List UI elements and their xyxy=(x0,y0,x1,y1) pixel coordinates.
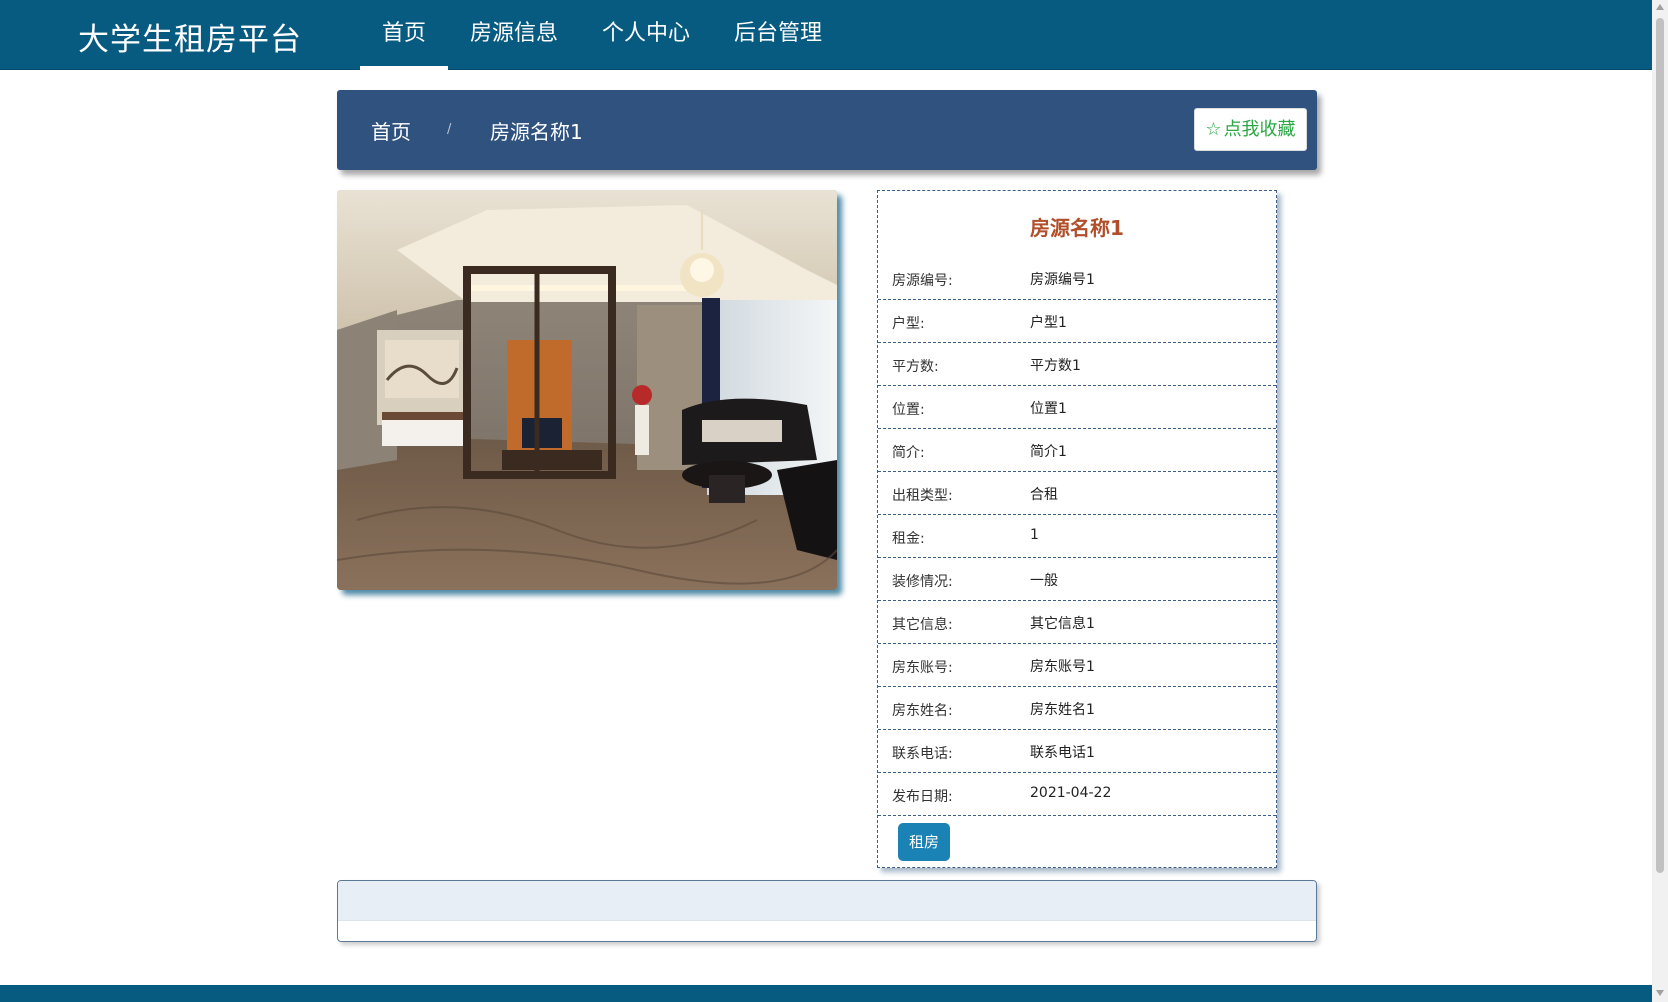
detail-row-layout: 户型: 户型1 xyxy=(878,300,1276,343)
field-label: 联系电话: xyxy=(892,746,953,762)
detail-row-id: 房源编号: 房源编号1 xyxy=(878,257,1276,300)
field-label: 出租类型: xyxy=(892,488,953,504)
detail-row-area: 平方数: 平方数1 xyxy=(878,343,1276,386)
detail-rows: 房源编号: 房源编号1 户型: 户型1 平方数: 平方数1 位置: 位置1 简介: 简介1… xyxy=(878,257,1276,816)
detail-row-other: 其它信息: 其它信息1 xyxy=(878,601,1276,644)
field-value: 一般 xyxy=(1030,573,1058,589)
field-value: 房源编号1 xyxy=(1030,272,1095,288)
breadcrumb-home-link[interactable]: 首页 xyxy=(371,116,411,145)
detail-row-landlord-account: 房东账号: 房东账号1 xyxy=(878,644,1276,687)
field-value: 简介1 xyxy=(1030,444,1067,460)
field-label: 房源编号: xyxy=(892,273,953,289)
field-label: 装修情况: xyxy=(892,574,953,590)
scroll-down-icon[interactable] xyxy=(1656,990,1664,996)
detail-row-rent: 租金: 1 xyxy=(878,515,1276,558)
breadcrumb-separator: / xyxy=(447,122,452,137)
field-label: 房东姓名: xyxy=(892,703,953,719)
field-label: 平方数: xyxy=(892,359,939,375)
breadcrumb: 首页 / 房源名称1 ☆ 点我收藏 xyxy=(337,90,1317,170)
star-outline-icon: ☆ xyxy=(1205,119,1222,140)
top-navbar: 大学生租房平台 首页 房源信息 个人中心 后台管理 xyxy=(0,0,1668,70)
detail-row-decoration: 装修情况: 一般 xyxy=(878,558,1276,601)
nav-item-admin[interactable]: 后台管理 xyxy=(712,0,844,70)
nav-item-home[interactable]: 首页 xyxy=(360,0,449,70)
footer-bar xyxy=(0,985,1652,1002)
listing-title: 房源名称1 xyxy=(1030,216,1124,240)
rent-button[interactable]: 租房 xyxy=(898,823,950,861)
field-label: 房东账号: xyxy=(892,660,953,676)
field-label: 位置: xyxy=(892,402,925,418)
scrollbar-thumb[interactable] xyxy=(1656,18,1664,873)
favorite-button-label: 点我收藏 xyxy=(1223,119,1296,140)
detail-row-phone: 联系电话: 联系电话1 xyxy=(878,730,1276,773)
field-label: 其它信息: xyxy=(892,617,953,633)
comments-panel xyxy=(337,880,1317,942)
site-brand[interactable]: 大学生租房平台 xyxy=(78,14,302,59)
detail-row-rent-type: 出租类型: 合租 xyxy=(878,472,1276,515)
nav-item-profile[interactable]: 个人中心 xyxy=(580,0,712,70)
field-value: 2021-04-22 xyxy=(1030,785,1112,801)
field-label: 租金: xyxy=(892,531,925,547)
field-value: 户型1 xyxy=(1030,315,1067,331)
field-value: 位置1 xyxy=(1030,401,1067,417)
nav-item-listings[interactable]: 房源信息 xyxy=(448,0,580,70)
detail-row-summary: 简介: 简介1 xyxy=(878,429,1276,472)
field-value: 房东姓名1 xyxy=(1030,702,1095,718)
comments-panel-header xyxy=(338,881,1316,921)
field-value: 1 xyxy=(1030,527,1039,543)
main-nav: 首页 房源信息 个人中心 后台管理 xyxy=(360,0,844,70)
detail-row-landlord-name: 房东姓名: 房东姓名1 xyxy=(878,687,1276,730)
detail-row-publish-date: 发布日期: 2021-04-22 xyxy=(878,773,1276,816)
listing-detail-card: 房源名称1 房源编号: 房源编号1 户型: 户型1 平方数: 平方数1 位置: 位置1 … xyxy=(877,190,1277,868)
breadcrumb-current: 房源名称1 xyxy=(490,120,583,144)
field-value: 房东账号1 xyxy=(1030,659,1095,675)
vertical-scrollbar[interactable] xyxy=(1652,0,1668,1002)
field-value: 其它信息1 xyxy=(1030,616,1095,632)
scroll-up-icon[interactable] xyxy=(1656,4,1664,10)
field-value: 平方数1 xyxy=(1030,358,1081,374)
listing-photo xyxy=(337,190,837,590)
favorite-button[interactable]: ☆ 点我收藏 xyxy=(1194,108,1307,151)
field-value: 联系电话1 xyxy=(1030,745,1095,761)
field-label: 简介: xyxy=(892,445,925,461)
field-label: 发布日期: xyxy=(892,789,953,805)
detail-row-location: 位置: 位置1 xyxy=(878,386,1276,429)
field-value: 合租 xyxy=(1030,487,1058,503)
field-label: 户型: xyxy=(892,316,925,332)
